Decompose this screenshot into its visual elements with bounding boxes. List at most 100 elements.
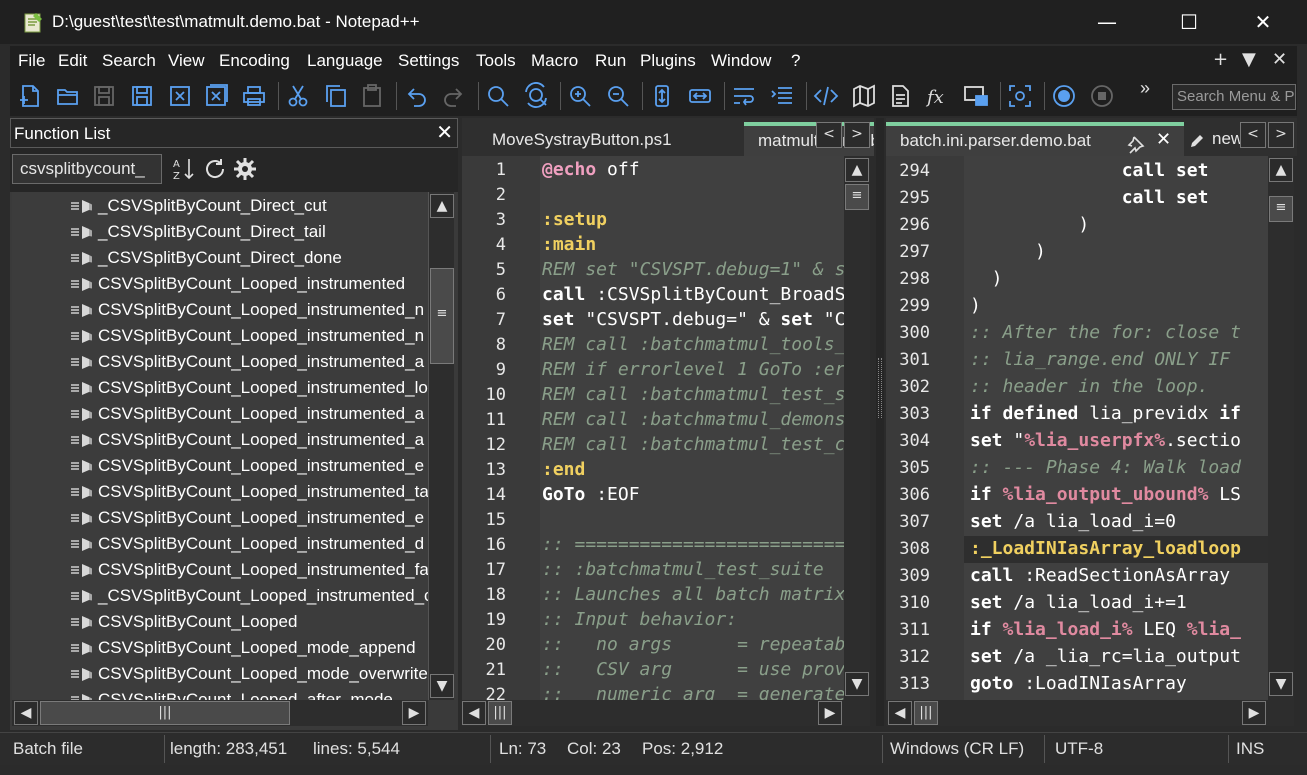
function-list-item[interactable]: CSVSplitByCount_Looped_instrumented_n — [12, 323, 428, 349]
function-list-item[interactable]: _CSVSplitByCount_Looped_instrumented_c — [12, 583, 428, 609]
function-list-item[interactable]: CSVSplitByCount_Looped_instrumented_a — [12, 349, 428, 375]
document-list-icon[interactable] — [886, 82, 914, 110]
right-editor[interactable]: 294 call set 295 call set 296 ) 297 ) 298 ) 2… — [886, 156, 1268, 700]
function-list-item[interactable]: _CSVSplitByCount_Direct_done — [12, 245, 428, 271]
menu-macro[interactable]: Macro — [531, 51, 578, 71]
menu-run[interactable]: Run — [595, 51, 626, 71]
pin-icon[interactable] — [1126, 134, 1146, 154]
record-macro-icon[interactable] — [1050, 82, 1078, 110]
menu-language[interactable]: Language — [307, 51, 383, 71]
scroll-left-icon[interactable]: ◀ — [888, 701, 912, 725]
menu-view[interactable]: View — [168, 51, 205, 71]
status-encoding[interactable]: UTF-8 — [1055, 739, 1103, 759]
stop-macro-icon[interactable] — [1088, 82, 1116, 110]
left-editor[interactable]: 1 @echo off 2 3:setup 4:main 5 REM set "CSVSPT… — [462, 156, 844, 700]
undo-icon[interactable] — [402, 82, 430, 110]
function-list-item[interactable]: CSVSplitByCount_Looped_instrumented_a — [12, 401, 428, 427]
right-editor-vertical-scrollbar[interactable]: ▲ ≡ ▼ — [1268, 156, 1294, 700]
function-list-item[interactable]: CSVSplitByCount_Looped_instrumented_e — [12, 505, 428, 531]
function-list-item[interactable]: CSVSplitByCount_Looped_instrumented_d — [12, 531, 428, 557]
tab-scroll-right-icon[interactable]: > — [1268, 122, 1294, 148]
function-list-icon[interactable]: fx — [924, 82, 952, 110]
tab-movesystray[interactable]: MoveSystrayButton.ps1 — [478, 122, 728, 156]
new-file-icon[interactable] — [16, 82, 44, 110]
xml-tags-icon[interactable] — [812, 82, 840, 110]
close-tab-icon[interactable]: ✕ — [1272, 49, 1287, 70]
function-list-item[interactable]: CSVSplitByCount_Looped_instrumented_ta — [12, 479, 428, 505]
function-list-item[interactable]: CSVSplitByCount_Looped_instrumented_n — [12, 297, 428, 323]
status-eol[interactable]: Windows (CR LF) — [890, 739, 1024, 759]
view-splitter[interactable] — [876, 118, 884, 726]
function-list-item[interactable]: CSVSplitByCount_Looped_instrumented_lo — [12, 375, 428, 401]
sync-horizontal-icon[interactable] — [686, 82, 714, 110]
menu-plugins[interactable]: Plugins — [640, 51, 696, 71]
function-list-item[interactable]: CSVSplitByCount_Looped_instrumented — [12, 271, 428, 297]
function-list-item[interactable]: CSVSplitByCount_Looped_mode_overwrite — [12, 661, 428, 687]
gear-icon[interactable] — [232, 156, 258, 182]
search-menu-input[interactable]: Search Menu & P — [1172, 84, 1296, 110]
scroll-up-icon[interactable]: ▲ — [845, 158, 869, 182]
indent-guide-icon[interactable] — [768, 82, 796, 110]
function-list-item[interactable]: CSVSplitByCount_Looped_after_mode — [12, 687, 428, 700]
scroll-left-icon[interactable]: ◀ — [462, 701, 486, 725]
reload-icon[interactable] — [202, 156, 228, 182]
zoom-in-icon[interactable] — [566, 82, 594, 110]
menu-window[interactable]: Window — [711, 51, 771, 71]
monitoring-icon[interactable] — [1006, 82, 1034, 110]
splitter-grip[interactable] — [878, 358, 882, 418]
function-list-item[interactable]: CSVSplitByCount_Looped_instrumented_fa — [12, 557, 428, 583]
function-list-item[interactable]: CSVSplitByCount_Looped_mode_append — [12, 635, 428, 661]
print-icon[interactable] — [240, 82, 268, 110]
scroll-thumb[interactable]: ||| — [914, 701, 938, 725]
replace-icon[interactable] — [522, 82, 550, 110]
function-list-item[interactable]: CSVSplitByCount_Looped_instrumented_a — [12, 427, 428, 453]
scroll-thumb[interactable]: ≡ — [845, 184, 869, 210]
toolbar-overflow-icon[interactable]: » — [1140, 78, 1150, 99]
scroll-thumb[interactable]: ||| — [488, 701, 512, 725]
menu-settings[interactable]: Settings — [398, 51, 459, 71]
function-list-item[interactable]: _CSVSplitByCount_Direct_tail — [12, 219, 428, 245]
tab-scroll-right-icon[interactable]: > — [844, 122, 870, 148]
maximize-button[interactable]: ☐ — [1166, 6, 1212, 38]
document-map-icon[interactable] — [850, 82, 878, 110]
save-icon[interactable] — [90, 82, 118, 110]
minimize-button[interactable]: — — [1084, 6, 1130, 38]
close-icon[interactable] — [166, 82, 194, 110]
scroll-right-icon[interactable]: ▶ — [402, 701, 426, 725]
cut-icon[interactable] — [284, 82, 312, 110]
menu-encoding[interactable]: Encoding — [219, 51, 290, 71]
copy-icon[interactable] — [322, 82, 350, 110]
zoom-out-icon[interactable] — [604, 82, 632, 110]
scroll-down-icon[interactable]: ▼ — [430, 674, 454, 698]
sync-vertical-icon[interactable] — [648, 82, 676, 110]
scroll-left-icon[interactable]: ◀ — [14, 701, 38, 725]
left-editor-horizontal-scrollbar[interactable]: ◀ ||| ▶ — [462, 700, 870, 726]
paste-icon[interactable] — [358, 82, 386, 110]
scroll-thumb[interactable]: ||| — [40, 701, 290, 725]
scroll-up-icon[interactable]: ▲ — [1269, 158, 1293, 182]
redo-icon[interactable] — [440, 82, 468, 110]
menu-file[interactable]: File — [18, 51, 45, 71]
scroll-thumb[interactable]: ≡ — [430, 268, 454, 364]
tab-close-icon[interactable]: ✕ — [1156, 129, 1171, 150]
scroll-up-icon[interactable]: ▲ — [430, 194, 454, 218]
find-icon[interactable] — [484, 82, 512, 110]
scroll-down-icon[interactable]: ▼ — [845, 672, 869, 696]
tab-list-dropdown-icon[interactable]: ▼ — [1242, 49, 1256, 70]
status-insert-mode[interactable]: INS — [1236, 739, 1264, 759]
function-list-close-icon[interactable]: ✕ — [436, 120, 453, 144]
left-editor-vertical-scrollbar[interactable]: ▲ ≡ ▼ — [844, 156, 870, 700]
sort-icon[interactable]: A Z — [172, 156, 198, 182]
scroll-right-icon[interactable]: ▶ — [1242, 701, 1266, 725]
scroll-down-icon[interactable]: ▼ — [1269, 672, 1293, 696]
tab-scroll-left-icon[interactable]: < — [1240, 122, 1266, 148]
right-editor-horizontal-scrollbar[interactable]: ◀ ||| ▶ — [886, 700, 1294, 726]
scroll-thumb[interactable]: ≡ — [1269, 196, 1293, 222]
function-list-filter-input[interactable]: csvsplitbycount_ — [12, 154, 162, 184]
close-window-button[interactable]: ✕ — [1240, 6, 1286, 38]
function-list-item[interactable]: _CSVSplitByCount_Direct_cut — [12, 193, 428, 219]
open-file-icon[interactable] — [54, 82, 82, 110]
tab-batch-ini-parser[interactable]: batch.ini.parser.demo.bat ✕ — [886, 122, 1184, 156]
new-tab-plus-icon[interactable]: + — [1213, 49, 1228, 70]
menu-edit[interactable]: Edit — [58, 51, 87, 71]
